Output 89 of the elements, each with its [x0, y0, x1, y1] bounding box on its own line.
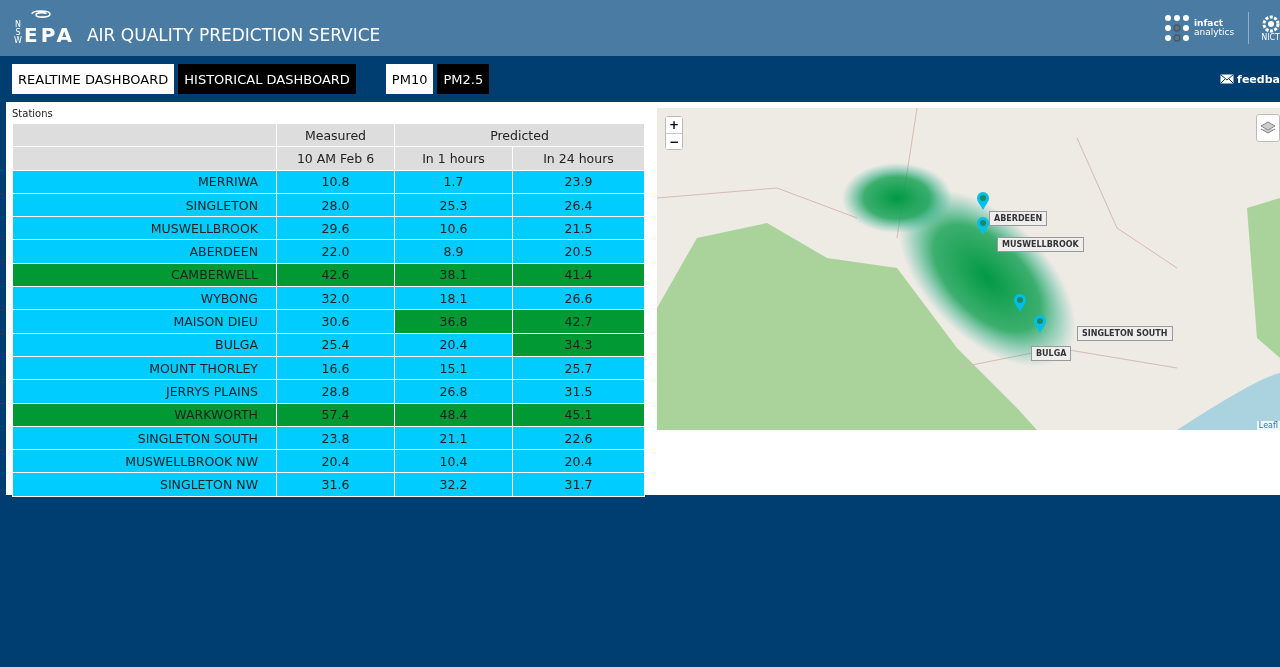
value-cell: 21.5	[512, 216, 645, 240]
value-cell: 10.6	[394, 216, 513, 240]
value-cell: 42.6	[276, 263, 395, 287]
dashboard-tab[interactable]: HISTORICAL DASHBOARD	[178, 64, 356, 94]
attribution-link[interactable]: Leafl	[1256, 421, 1280, 430]
layers-icon	[1260, 121, 1276, 135]
group-header: Measured	[276, 123, 395, 147]
value-cell: 10.4	[394, 449, 513, 473]
station-cell: WYBONG	[12, 286, 277, 310]
value-cell: 21.1	[394, 426, 513, 450]
station-cell: CAMBERWELL	[12, 263, 277, 287]
station-cell: MUSWELLBROOK NW	[12, 449, 277, 473]
value-cell: 29.6	[276, 216, 395, 240]
value-cell: 41.4	[512, 263, 645, 287]
swirl-icon	[28, 7, 54, 21]
value-cell: 22.6	[512, 426, 645, 450]
station-cell: BULGA	[12, 333, 277, 357]
station-cell: SINGLETON SOUTH	[12, 426, 277, 450]
marker-label: SINGLETON SOUTH	[1077, 326, 1173, 341]
app-title: AIR QUALITY PREDICTION SERVICE	[86, 25, 381, 45]
value-cell: 25.3	[394, 193, 513, 217]
value-cell: 38.1	[394, 263, 513, 287]
value-cell: 31.7	[512, 472, 645, 497]
column-header: In 1 hours	[394, 146, 513, 171]
value-cell: 36.8	[394, 309, 513, 334]
value-cell: 16.6	[276, 356, 395, 380]
partner-name: infact	[1193, 19, 1225, 28]
value-cell: 1.7	[394, 170, 513, 194]
station-cell: MERRIWA	[12, 170, 277, 194]
value-cell: 25.7	[512, 356, 645, 380]
value-cell: 28.8	[276, 379, 395, 404]
value-cell: 26.8	[394, 379, 513, 404]
dashboard-tab[interactable]: REALTIME DASHBOARD	[12, 64, 175, 94]
value-cell: 31.5	[512, 379, 645, 404]
value-cell: 23.8	[276, 426, 395, 450]
value-cell: 15.1	[394, 356, 513, 380]
map-pin-icon[interactable]	[1033, 314, 1047, 334]
table-title: Stations	[12, 108, 54, 119]
map-pin-icon[interactable]	[1013, 293, 1027, 313]
value-cell: 45.1	[512, 403, 645, 427]
value-cell: 26.4	[512, 193, 645, 217]
station-cell: SINGLETON NW	[12, 472, 277, 497]
envelope-icon	[1220, 74, 1235, 84]
station-cell: MOUNT THORLEY	[12, 356, 277, 380]
value-cell: 20.5	[512, 240, 645, 264]
value-cell: 48.4	[394, 403, 513, 427]
value-cell: 28.0	[276, 193, 395, 217]
value-cell: 32.2	[394, 472, 513, 497]
zoom-out-button[interactable]: −	[666, 133, 682, 149]
marker-label: BULGA	[1031, 346, 1072, 361]
station-cell: ABERDEEN	[12, 240, 277, 264]
value-cell: 34.3	[512, 333, 645, 357]
logo-text: EPA	[24, 25, 75, 45]
value-cell: 18.1	[394, 286, 513, 310]
value-cell: 20.4	[394, 333, 513, 357]
ring-logo-icon	[1261, 14, 1280, 33]
value-cell: 32.0	[276, 286, 395, 310]
value-cell: 22.0	[276, 240, 395, 264]
dots-logo-icon	[1163, 14, 1190, 42]
value-cell: 23.9	[512, 170, 645, 194]
value-cell: 20.4	[276, 449, 395, 473]
station-cell: JERRYS PLAINS	[12, 379, 277, 404]
value-cell: 20.4	[512, 449, 645, 473]
layers-button[interactable]	[1256, 114, 1280, 142]
pollutant-tab[interactable]: PM2.5	[437, 64, 490, 94]
value-cell: 8.9	[394, 240, 513, 264]
marker-label: ABERDEEN	[989, 211, 1048, 226]
map-pin-icon[interactable]	[976, 216, 990, 236]
value-cell: 31.6	[276, 472, 395, 497]
marker-label: MUSWELLBROOK	[997, 237, 1084, 252]
value-cell: 10.8	[276, 170, 395, 194]
group-header: Predicted	[394, 123, 645, 147]
station-cell: MUSWELLBROOK	[12, 216, 277, 240]
pollutant-tab[interactable]: PM10	[385, 64, 434, 94]
station-cell: WARKWORTH	[12, 403, 277, 427]
second-logo-text: NICT	[1261, 32, 1280, 42]
partner-subtitle: analytics	[1193, 28, 1235, 37]
map-pin-icon[interactable]	[976, 191, 990, 211]
value-cell: 25.4	[276, 333, 395, 357]
feedback-link[interactable]: feedba	[1237, 72, 1280, 86]
value-cell: 30.6	[276, 309, 395, 334]
value-cell: 42.7	[512, 309, 645, 334]
value-cell: 26.6	[512, 286, 645, 310]
station-cell: SINGLETON	[12, 193, 277, 217]
column-header: In 24 hours	[512, 146, 645, 171]
station-cell: MAISON DIEU	[12, 309, 277, 334]
column-header: 10 AM Feb 6	[276, 146, 395, 171]
logo-subtext: NSW	[14, 21, 22, 45]
value-cell: 57.4	[276, 403, 395, 427]
